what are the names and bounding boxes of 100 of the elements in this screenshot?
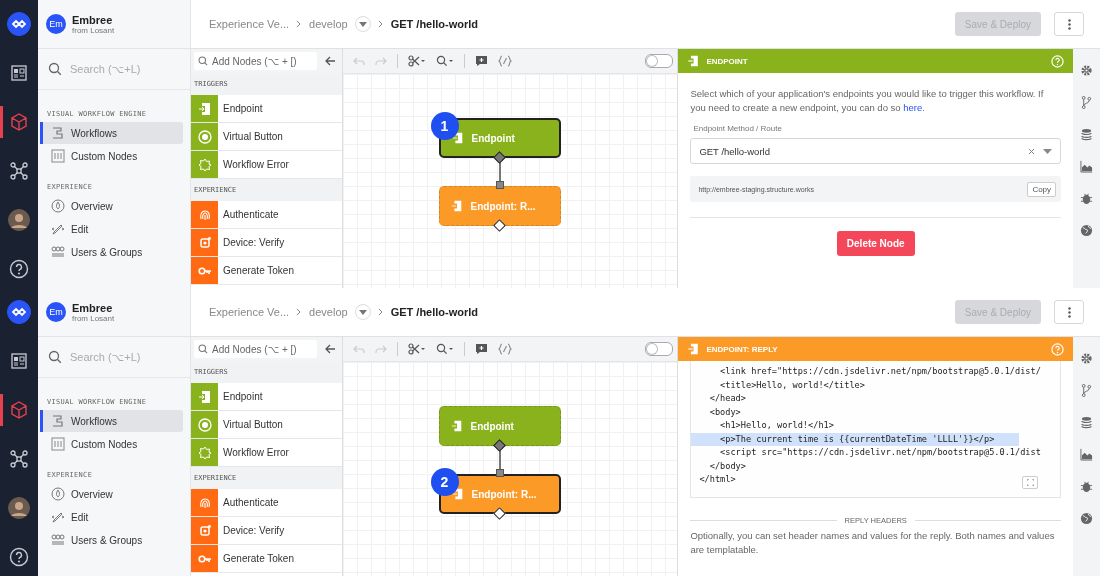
- network-icon[interactable]: [10, 450, 28, 468]
- collapse-arrow-icon[interactable]: [324, 56, 336, 66]
- zoom-icon[interactable]: [435, 343, 454, 355]
- branch-icon[interactable]: [1080, 384, 1094, 397]
- globe-icon[interactable]: [1080, 224, 1094, 237]
- sidebar-item[interactable]: Edit: [40, 218, 183, 240]
- palette-node[interactable]: Endpoint: [191, 383, 342, 411]
- toggle-switch[interactable]: [645, 342, 674, 356]
- input-port[interactable]: [495, 181, 504, 189]
- palette-node[interactable]: Authenticate: [191, 201, 342, 229]
- zoom-icon[interactable]: [435, 55, 454, 67]
- chevron-icon: [296, 308, 303, 316]
- endpoint-icon: [451, 132, 464, 144]
- node-type-icon: [687, 55, 701, 67]
- palette-node[interactable]: Generate Token: [191, 257, 342, 285]
- chevron-icon: [296, 20, 303, 28]
- settings-icon[interactable]: [1080, 64, 1094, 77]
- inspector-title: ENDPOINT: [706, 56, 748, 66]
- collapse-arrow-icon[interactable]: [324, 344, 336, 354]
- org-name: Embree: [72, 13, 114, 26]
- fingerprint-icon: [197, 495, 212, 510]
- delete-node-button[interactable]: Delete Node: [836, 231, 915, 256]
- cube-icon[interactable]: [10, 401, 28, 419]
- code-line: </head>: [708, 392, 746, 405]
- network-icon[interactable]: [10, 162, 28, 180]
- palette-node[interactable]: Authenticate: [191, 489, 342, 517]
- code-braces-icon[interactable]: [497, 343, 512, 355]
- avatar[interactable]: [8, 497, 30, 519]
- palette-node[interactable]: Device: Verify: [191, 517, 342, 545]
- sidebar-item[interactable]: Users & Groups: [40, 241, 183, 263]
- input-port[interactable]: [495, 469, 504, 477]
- scissors-icon[interactable]: [407, 55, 426, 67]
- palette-node[interactable]: Generate Token: [191, 545, 342, 573]
- copy-button[interactable]: Copy: [1027, 181, 1057, 197]
- palette-node[interactable]: Endpoint: [191, 95, 342, 123]
- fingerprint-icon: [197, 207, 212, 222]
- clear-icon[interactable]: [1028, 147, 1036, 155]
- code-braces-icon[interactable]: [497, 55, 512, 67]
- search-field[interactable]: Search (⌥+L): [68, 350, 182, 364]
- sidebar-item[interactable]: Workflows: [40, 410, 183, 432]
- edit-icon: [51, 510, 65, 524]
- sidebar-item[interactable]: Custom Nodes: [40, 145, 183, 167]
- breadcrumb-link[interactable]: Experience Ve...: [209, 18, 290, 30]
- overview-icon: [51, 199, 65, 213]
- version-dropdown[interactable]: [354, 16, 371, 32]
- node-search-field[interactable]: Add Nodes (⌥ + [): [194, 340, 317, 358]
- palette-node[interactable]: Workflow Error: [191, 439, 342, 467]
- logo-icon[interactable]: [7, 300, 31, 324]
- sidebar-item[interactable]: Overview: [40, 483, 183, 505]
- workflow-icon: [51, 126, 65, 140]
- bug-icon[interactable]: [1080, 192, 1094, 205]
- help-icon[interactable]: [9, 259, 29, 279]
- code-line: </html>: [699, 473, 736, 486]
- active-indicator: [0, 394, 3, 426]
- sidebar-item[interactable]: Users & Groups: [40, 529, 183, 551]
- sidebar-item[interactable]: Workflows: [40, 122, 183, 144]
- version-dropdown[interactable]: [354, 304, 371, 320]
- workflow-title: GET /hello-world: [390, 18, 479, 30]
- add-comment-icon[interactable]: [474, 55, 488, 67]
- settings-icon[interactable]: [1080, 352, 1094, 365]
- node-search-field[interactable]: Add Nodes (⌥ + [): [194, 52, 317, 70]
- endpoint-select[interactable]: GET /hello-world: [690, 138, 1062, 164]
- code-line: <link href="https://cdn.jsdelivr.net/npm/bootstrap@5.0.1/dist/: [719, 365, 1041, 378]
- field-label: Endpoint Method / Route: [693, 124, 783, 133]
- breadcrumb-link[interactable]: develop: [309, 18, 348, 30]
- code-line: <h1>Hello, world!</h1>: [719, 419, 834, 432]
- dashboard-icon[interactable]: [11, 65, 27, 81]
- palette-node[interactable]: Device: Verify: [191, 229, 342, 257]
- palette-node[interactable]: Virtual Button: [191, 123, 342, 151]
- branch-icon[interactable]: [1080, 96, 1094, 109]
- chart-icon[interactable]: [1080, 160, 1094, 173]
- sidebar-item[interactable]: Custom Nodes: [40, 433, 183, 455]
- users-icon: [51, 245, 65, 259]
- database-icon[interactable]: [1080, 128, 1094, 141]
- cube-icon[interactable]: [10, 113, 28, 131]
- code-editor[interactable]: [690, 361, 1062, 498]
- search-field[interactable]: Search (⌥+L): [68, 62, 182, 76]
- avatar[interactable]: [8, 209, 30, 231]
- custom-nodes-icon: [51, 149, 65, 163]
- palette-node[interactable]: Workflow Error: [191, 151, 342, 179]
- breadcrumb-link[interactable]: develop: [309, 306, 348, 318]
- sidebar-item[interactable]: Overview: [40, 195, 183, 217]
- logo-icon[interactable]: [7, 12, 31, 36]
- toggle-switch[interactable]: [645, 54, 674, 68]
- more-icon: [1067, 18, 1071, 30]
- chart-icon[interactable]: [1080, 448, 1094, 461]
- bug-icon[interactable]: [1080, 480, 1094, 493]
- help-icon[interactable]: [9, 547, 29, 567]
- caret-icon: [1043, 148, 1053, 154]
- sidebar-item[interactable]: Edit: [40, 506, 183, 528]
- dashboard-icon[interactable]: [11, 353, 27, 369]
- add-comment-icon[interactable]: [474, 343, 488, 355]
- scissors-icon[interactable]: [407, 343, 426, 355]
- chevron-icon: [377, 20, 384, 28]
- breadcrumb-link[interactable]: Experience Ve...: [209, 306, 290, 318]
- globe-icon[interactable]: [1080, 512, 1094, 525]
- palette-node[interactable]: Virtual Button: [191, 411, 342, 439]
- org-subtitle: from Losant: [72, 25, 115, 35]
- database-icon[interactable]: [1080, 416, 1094, 429]
- reply-icon: [450, 200, 463, 212]
